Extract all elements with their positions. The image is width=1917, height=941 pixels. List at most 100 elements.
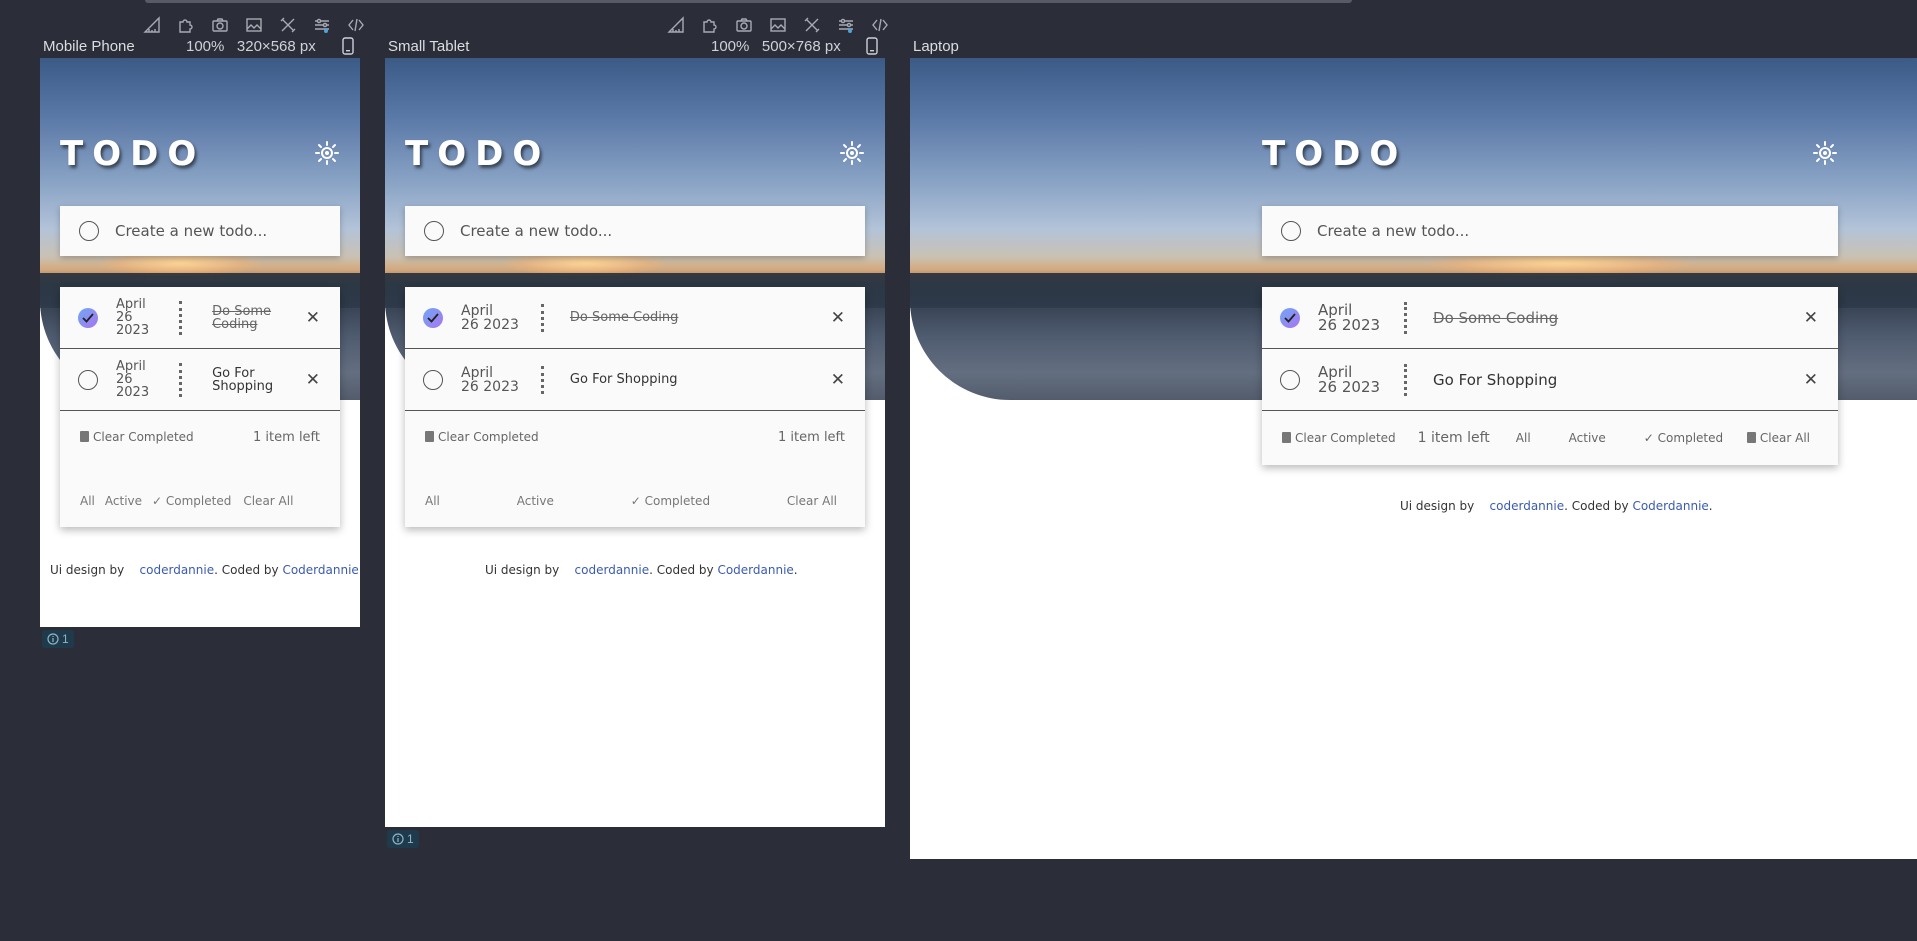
device-icon[interactable] <box>865 37 879 55</box>
coder-link[interactable]: Coderdannie <box>717 563 793 577</box>
designer-link[interactable]: coderdannie <box>575 563 650 577</box>
todo-date: April 26 2023 <box>461 302 519 333</box>
tools-icon[interactable] <box>800 14 824 36</box>
sun-icon[interactable] <box>1812 140 1838 166</box>
credit-middle: . Coded by <box>649 563 718 577</box>
delete-icon[interactable]: ✕ <box>1804 370 1818 390</box>
todo-item: April 26 2023 Do Some Coding ✕ <box>405 287 865 349</box>
filter-all[interactable]: All <box>1516 431 1531 445</box>
todo-text: Do Some Coding <box>569 310 679 325</box>
drag-handle[interactable] <box>179 362 183 397</box>
new-todo-field[interactable]: Create a new todo... <box>405 206 865 256</box>
delete-icon[interactable]: ✕ <box>306 308 320 328</box>
filter-all[interactable]: All <box>425 494 440 508</box>
todo-checkbox[interactable] <box>1280 307 1300 328</box>
coder-link[interactable]: Coderdannie <box>1632 499 1708 513</box>
puzzle-icon[interactable] <box>174 14 198 36</box>
ruler-icon[interactable] <box>664 14 688 36</box>
height-readout: 568 <box>270 38 296 55</box>
drag-handle[interactable] <box>1404 363 1408 396</box>
todo-checkbox[interactable] <box>423 307 443 328</box>
drag-handle[interactable] <box>179 300 183 335</box>
tablet-frame: TODO Create a new todo... April 26 2023 D… <box>385 58 885 827</box>
todo-list: April 26 2023 Do Some Coding ✕ April 26 20… <box>405 287 865 527</box>
clear-all-button[interactable]: Clear All <box>787 494 837 508</box>
drag-handle[interactable] <box>1404 301 1408 334</box>
device-icon[interactable] <box>341 37 355 55</box>
todo-list: April 26 2023 Do Some Coding ✕ April 26 2023 … <box>60 287 340 527</box>
drag-handle[interactable] <box>540 365 544 394</box>
check-icon <box>82 312 94 323</box>
delete-icon[interactable]: ✕ <box>831 308 845 328</box>
coder-link[interactable]: Coderdannie <box>282 563 358 577</box>
new-todo-checkbox[interactable] <box>79 221 99 241</box>
filter-completed[interactable]: ✓ Completed <box>631 494 710 508</box>
frame-toolbar-tablet <box>664 14 892 36</box>
credit-line: Ui design by coderdannie. Coded by Coder… <box>485 563 798 577</box>
todo-checkbox[interactable] <box>78 307 98 328</box>
clear-completed-button[interactable]: Clear Completed <box>425 430 539 444</box>
ruler-icon[interactable] <box>140 14 164 36</box>
designer-link[interactable]: coderdannie <box>140 563 215 577</box>
todo-checkbox[interactable] <box>78 369 98 390</box>
frame-size-mobile: 100% 320×568 px <box>186 38 316 55</box>
filter-completed[interactable]: ✓ Completed <box>152 494 231 508</box>
sliders-icon[interactable] <box>834 14 858 36</box>
image-icon[interactable] <box>766 14 790 36</box>
filter-completed[interactable]: ✓ Completed <box>1644 431 1723 445</box>
check-icon: ✓ <box>152 494 166 508</box>
filter-active[interactable]: Active <box>1569 431 1606 445</box>
delete-icon[interactable]: ✕ <box>306 370 320 390</box>
times-sign: × <box>261 38 271 55</box>
todo-checkbox[interactable] <box>1280 369 1300 390</box>
code-icon[interactable] <box>344 14 368 36</box>
puzzle-icon[interactable] <box>698 14 722 36</box>
list-footer: Clear Completed 1 item left <box>60 411 340 463</box>
tools-icon[interactable] <box>276 14 300 36</box>
new-todo-field[interactable]: Create a new todo... <box>60 206 340 256</box>
todo-date: April 26 2023 <box>1318 362 1381 396</box>
credit-prefix: Ui design by <box>1400 499 1475 513</box>
new-todo-placeholder: Create a new todo... <box>115 222 268 240</box>
new-todo-field[interactable]: Create a new todo... <box>1262 206 1838 256</box>
issues-badge[interactable]: 1 <box>42 630 74 648</box>
sun-icon[interactable] <box>839 140 865 166</box>
clear-completed-button[interactable]: Clear Completed <box>1282 431 1396 445</box>
code-icon[interactable] <box>868 14 892 36</box>
issues-badge[interactable]: 1 <box>387 830 419 848</box>
clear-completed-button[interactable]: Clear Completed <box>80 430 194 444</box>
filter-active[interactable]: Active <box>517 494 554 508</box>
items-left: 1 item left <box>253 429 320 445</box>
filter-all[interactable]: All <box>80 494 95 508</box>
todo-text: Do Some Coding <box>212 303 272 332</box>
drag-handle[interactable] <box>540 303 544 332</box>
trash-icon <box>1282 432 1291 443</box>
sliders-icon[interactable] <box>310 14 334 36</box>
check-icon: ✓ <box>630 494 645 508</box>
new-todo-checkbox[interactable] <box>424 221 444 241</box>
designer-link[interactable]: coderdannie <box>1490 499 1565 513</box>
frame-size-tablet: 100% 500×768 px <box>711 38 841 55</box>
camera-icon[interactable] <box>208 14 232 36</box>
credit-line: Ui design by coderdannie. Coded by Coder… <box>1400 499 1713 513</box>
clear-all-button[interactable]: Clear All <box>1746 431 1810 445</box>
app-top-bar <box>145 0 1352 3</box>
todo-checkbox[interactable] <box>423 369 443 390</box>
credit-line: Ui design by coderdannie. Coded by Coder… <box>50 563 360 577</box>
camera-icon[interactable] <box>732 14 756 36</box>
delete-icon[interactable]: ✕ <box>1804 308 1818 328</box>
image-icon[interactable] <box>242 14 266 36</box>
frame-toolbar-mobile <box>140 14 368 36</box>
zoom-readout: 100% <box>711 38 750 55</box>
new-todo-checkbox[interactable] <box>1281 221 1301 241</box>
trash-icon <box>1746 432 1756 443</box>
filter-active[interactable]: Active <box>105 494 142 508</box>
sun-icon[interactable] <box>314 140 340 166</box>
delete-icon[interactable]: ✕ <box>831 370 845 390</box>
todo-item: April 26 2023 Go For Shopping ✕ <box>60 349 340 411</box>
frame-label-tablet: Small Tablet <box>388 38 470 55</box>
todo-text: Go For Shopping <box>569 372 678 387</box>
clear-all-button[interactable]: Clear All <box>243 494 293 508</box>
trash-icon <box>80 431 89 442</box>
height-readout: 768 <box>795 38 821 55</box>
